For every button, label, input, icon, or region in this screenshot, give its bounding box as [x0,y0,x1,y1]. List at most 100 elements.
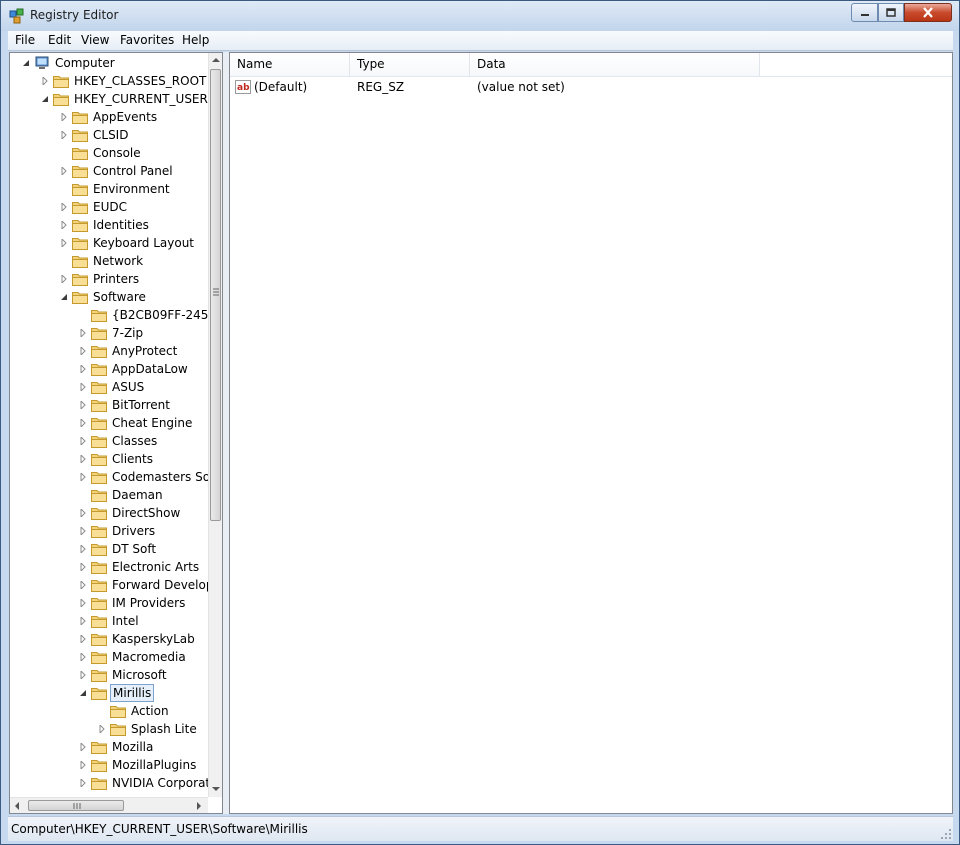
column-header-data[interactable]: Data [470,53,760,76]
tree-node[interactable]: Microsoft [79,666,208,684]
tree-node[interactable]: Clients [79,450,208,468]
menu-edit[interactable]: Edit [48,33,71,47]
values-pane[interactable]: Name Type Data ab (Default) REG_SZ (valu… [229,52,953,814]
tree-expand-arrow-icon[interactable] [79,635,87,643]
tree-collapse-arrow-icon[interactable] [41,95,49,103]
tree-collapse-arrow-icon[interactable] [22,59,30,67]
tree-node[interactable]: BitTorrent [79,396,208,414]
tree-node[interactable]: Daeman [79,486,208,504]
tree-expand-arrow-icon[interactable] [79,455,87,463]
title-bar[interactable]: Registry Editor [1,1,959,31]
tree-node[interactable]: Macromedia [79,648,208,666]
minimize-button[interactable] [851,3,878,22]
tree-expand-arrow-icon[interactable] [79,383,87,391]
scroll-up-arrow-icon[interactable] [212,57,220,63]
tree-collapse-arrow-icon[interactable] [60,293,68,301]
tree-node[interactable]: Classes [79,432,208,450]
tree-expand-arrow-icon[interactable] [79,617,87,625]
tree-node[interactable]: Software [60,288,208,306]
tree-expand-arrow-icon[interactable] [79,365,87,373]
menu-favorites[interactable]: Favorites [120,33,174,47]
tree-node[interactable]: DirectShow [79,504,208,522]
tree-node[interactable]: DT Soft [79,540,208,558]
tree-expand-arrow-icon[interactable] [79,419,87,427]
tree-expand-arrow-icon[interactable] [79,581,87,589]
tree-node[interactable]: Printers [60,270,208,288]
tree-expand-arrow-icon[interactable] [79,329,87,337]
tree-node[interactable]: Splash Lite [98,720,208,738]
tree-expand-arrow-icon[interactable] [79,653,87,661]
tree-node[interactable]: Mirillis [79,684,208,702]
tree-node[interactable]: Drivers [79,522,208,540]
tree-node[interactable]: HKEY_CURRENT_USER [41,90,208,108]
tree-node[interactable]: CLSID [60,126,208,144]
tree-node[interactable]: Control Panel [60,162,208,180]
tree-expand-arrow-icon[interactable] [60,113,68,121]
menu-view[interactable]: View [81,33,109,47]
tree-expand-arrow-icon[interactable] [79,545,87,553]
tree-node[interactable]: HKEY_CLASSES_ROOT [41,72,208,90]
value-row[interactable]: ab (Default) REG_SZ (value not set) [230,77,952,97]
menu-file[interactable]: File [15,33,35,47]
tree-expand-arrow-icon[interactable] [79,779,87,787]
tree-expand-arrow-icon[interactable] [79,563,87,571]
scroll-left-arrow-icon[interactable] [14,802,20,810]
tree-expand-arrow-icon[interactable] [79,761,87,769]
menu-help[interactable]: Help [182,33,209,47]
key-tree-pane[interactable]: Computer HKEY_CLASSES_ROOT HKEY_CURRENT_US… [9,52,223,814]
tree-node[interactable]: Identities [60,216,208,234]
tree-expand-arrow-icon[interactable] [79,509,87,517]
tree-expand-arrow-icon[interactable] [60,239,68,247]
tree-expand-arrow-icon[interactable] [98,725,106,733]
tree-node[interactable]: MozillaPlugins [79,756,208,774]
resize-grip-icon[interactable] [941,829,951,839]
tree-vertical-scrollbar[interactable] [208,53,222,797]
tree-node[interactable]: Console [60,144,208,162]
tree-expand-arrow-icon[interactable] [60,167,68,175]
tree-node[interactable]: Computer [22,54,208,72]
tree-expand-arrow-icon[interactable] [79,743,87,751]
tree-node[interactable]: AppDataLow [79,360,208,378]
tree-node[interactable]: IM Providers [79,594,208,612]
tree-node[interactable]: EUDC [60,198,208,216]
tree-expand-arrow-icon[interactable] [79,347,87,355]
tree-expand-arrow-icon[interactable] [60,203,68,211]
tree-horizontal-scrollbar[interactable] [10,797,208,813]
tree-vertical-scroll-thumb[interactable] [210,69,221,521]
tree-node[interactable]: Environment [60,180,208,198]
tree-node[interactable]: {B2CB09FF-2453-4 [79,306,208,324]
tree-node[interactable]: Electronic Arts [79,558,208,576]
tree-expand-arrow-icon[interactable] [60,131,68,139]
tree-node[interactable]: NVIDIA Corporatio [79,774,208,792]
tree-collapse-arrow-icon[interactable] [79,689,87,697]
key-tree[interactable]: Computer HKEY_CLASSES_ROOT HKEY_CURRENT_US… [10,53,208,797]
maximize-button[interactable] [878,3,904,22]
tree-expand-arrow-icon[interactable] [79,599,87,607]
tree-expand-arrow-icon[interactable] [79,527,87,535]
tree-node[interactable]: Codemasters Softw [79,468,208,486]
tree-node[interactable]: ASUS [79,378,208,396]
tree-node[interactable]: Mozilla [79,738,208,756]
tree-node[interactable]: Cheat Engine [79,414,208,432]
tree-expand-arrow-icon[interactable] [41,77,49,85]
scroll-down-arrow-icon[interactable] [212,786,220,792]
tree-expand-arrow-icon[interactable] [79,473,87,481]
tree-node[interactable]: 7-Zip [79,324,208,342]
column-header-name[interactable]: Name [230,53,350,76]
tree-node[interactable]: Network [60,252,208,270]
tree-node[interactable]: AnyProtect [79,342,208,360]
tree-expand-arrow-icon[interactable] [79,437,87,445]
tree-node[interactable]: Intel [79,612,208,630]
column-header-type[interactable]: Type [350,53,470,76]
tree-node[interactable]: Keyboard Layout [60,234,208,252]
tree-node[interactable]: Action [98,702,208,720]
tree-horizontal-scroll-thumb[interactable] [28,800,124,811]
tree-node[interactable]: AppEvents [60,108,208,126]
scroll-right-arrow-icon[interactable] [196,802,202,810]
tree-node[interactable]: KasperskyLab [79,630,208,648]
close-button[interactable] [904,3,952,22]
tree-expand-arrow-icon[interactable] [60,275,68,283]
tree-expand-arrow-icon[interactable] [60,221,68,229]
tree-node[interactable]: Forward Developm [79,576,208,594]
tree-expand-arrow-icon[interactable] [79,671,87,679]
